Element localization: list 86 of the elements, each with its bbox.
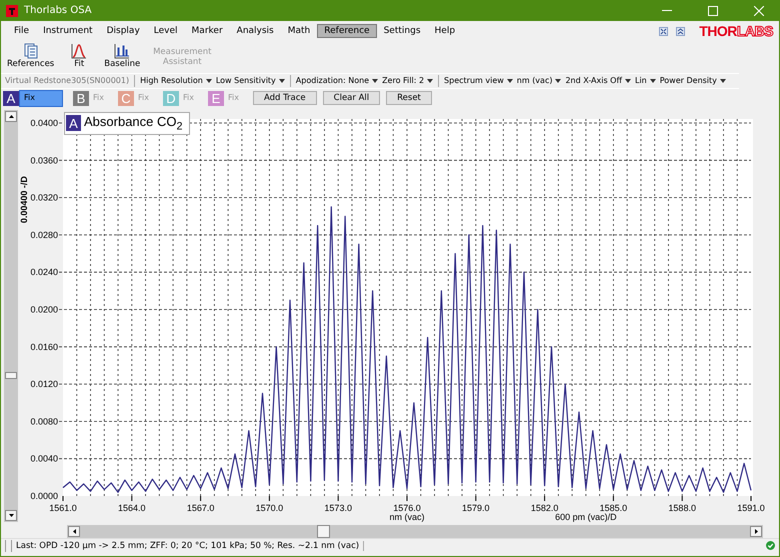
y-tick-label: 0.0240 [30, 267, 58, 278]
fix-toggle[interactable]: Fix [19, 90, 63, 107]
spectrum-peaks-icon [114, 43, 130, 59]
dropdown-caret-icon [206, 78, 212, 83]
x-tick-label: 1573.0 [324, 502, 352, 513]
menu-item[interactable]: Help [428, 24, 462, 38]
window-title: Thorlabs OSA [24, 5, 93, 16]
y-tick-label: 0.0360 [30, 155, 58, 166]
y-tick-label: 0.0080 [30, 416, 58, 426]
y-tick-label: 0.0280 [30, 230, 58, 240]
x-tick-label: 1564.0 [118, 502, 146, 513]
x-tick-label: 1582.0 [530, 502, 558, 513]
right-arrow-icon [754, 528, 758, 534]
expand-icon[interactable] [659, 26, 668, 36]
menu-item[interactable]: Instrument [36, 24, 100, 38]
dropdown-button[interactable]: nm (vac) [516, 76, 562, 86]
menu-item[interactable]: Analysis [230, 24, 281, 38]
menu-item[interactable]: File [7, 24, 36, 38]
dropdown-caret-icon [372, 78, 378, 83]
dropdown-button[interactable]: 2nd X-Axis Off [565, 76, 631, 86]
app-icon [6, 4, 18, 16]
y-tick-label: 0.0200 [30, 304, 58, 314]
dropdown-button[interactable]: Zero Fill: 2 [382, 76, 434, 86]
trace-letter[interactable]: B [73, 90, 89, 106]
menu-item[interactable]: Level [146, 24, 185, 38]
y-tick-label: 0.0160 [30, 342, 58, 352]
peak-curve-icon [71, 43, 88, 59]
x-tick-label: 1585.0 [600, 502, 628, 513]
y-axis-title: 0.00400 -/D [19, 176, 29, 224]
ribbon-button[interactable]: Baseline [100, 41, 144, 71]
left-arrow-icon [72, 528, 76, 534]
dropdown-caret-icon [506, 78, 513, 83]
dropdown-caret-icon [650, 78, 656, 83]
x-tick-label: 1591.0 [737, 502, 765, 513]
scroll-thumb[interactable] [317, 524, 330, 538]
status-text: Last: OPD -120 µm -> 2.5 mm; ZFF: 0; 20 °C; 101 kPa; 50 %; Res. ~2.1 nm (vac) [16, 540, 364, 551]
dropdown-caret-icon [625, 78, 631, 83]
legend-letter: A [66, 115, 81, 132]
x-division-label: 600 pm (vac)/D [555, 512, 617, 522]
dropdown-caret-icon [427, 78, 434, 83]
check-icon [766, 541, 775, 550]
vertical-scrollbar[interactable] [4, 110, 18, 522]
ribbon-button[interactable]: References [3, 41, 58, 71]
device-label: Virtual Redstone305(SN00001) [5, 76, 130, 86]
maximize-icon [708, 6, 718, 16]
x-tick-label: 1567.0 [186, 502, 214, 513]
dropdown-button[interactable]: Spectrum view [444, 76, 513, 86]
dropdown-button[interactable]: Low Sensitivity [216, 76, 285, 86]
trace-letter[interactable]: A [3, 90, 19, 106]
y-tick-label: 0.0400 [30, 118, 58, 128]
x-tick-label: 1579.0 [462, 502, 490, 513]
minimize-icon [662, 10, 672, 11]
y-tick-label: 0.0120 [30, 379, 58, 390]
x-tick-label: 1588.0 [668, 502, 696, 513]
menu-item[interactable]: Math [280, 24, 318, 38]
trace-button[interactable]: Add Trace [252, 91, 317, 106]
x-axis-title: nm (vac) [390, 512, 424, 522]
dropdown-caret-icon [555, 78, 562, 83]
close-icon [754, 6, 764, 16]
dropdown-button[interactable]: Power Density [660, 76, 726, 86]
up-arrow-icon [8, 114, 14, 118]
thorlabs-logo: THORLABS [699, 23, 773, 39]
menu-item[interactable]: Marker [184, 24, 230, 38]
dropdown-button[interactable]: Apodization: None [296, 76, 378, 86]
dropdown-caret-icon [278, 78, 285, 83]
y-tick-label: 0.0000 [30, 490, 58, 501]
y-tick-label: 0.0320 [30, 192, 58, 203]
document-stack-icon [24, 43, 38, 59]
x-tick-label: 1561.0 [49, 502, 77, 513]
x-tick-label: 1570.0 [256, 502, 284, 513]
y-tick-label: 0.0040 [30, 454, 58, 464]
trace-button[interactable]: Reset [386, 91, 432, 106]
legend-label: Absorbance CO$_{2}$ [84, 114, 183, 133]
menu-item[interactable]: Settings [376, 24, 428, 38]
dropdown-button[interactable]: Lin [635, 76, 656, 86]
dropdown-button[interactable]: High Resolution [140, 76, 212, 86]
ribbon-button[interactable]: Fit [60, 41, 98, 71]
x-tick-label: 1576.0 [393, 502, 421, 513]
menu-item[interactable]: Display [100, 24, 147, 38]
collapse-icon[interactable] [676, 26, 686, 36]
menu-item[interactable]: Reference [317, 24, 377, 38]
trace-button[interactable]: Clear All [322, 91, 380, 106]
scroll-thumb[interactable] [5, 372, 17, 379]
down-arrow-icon [8, 514, 14, 517]
horizontal-scrollbar[interactable] [67, 524, 763, 538]
dropdown-caret-icon [720, 78, 726, 83]
